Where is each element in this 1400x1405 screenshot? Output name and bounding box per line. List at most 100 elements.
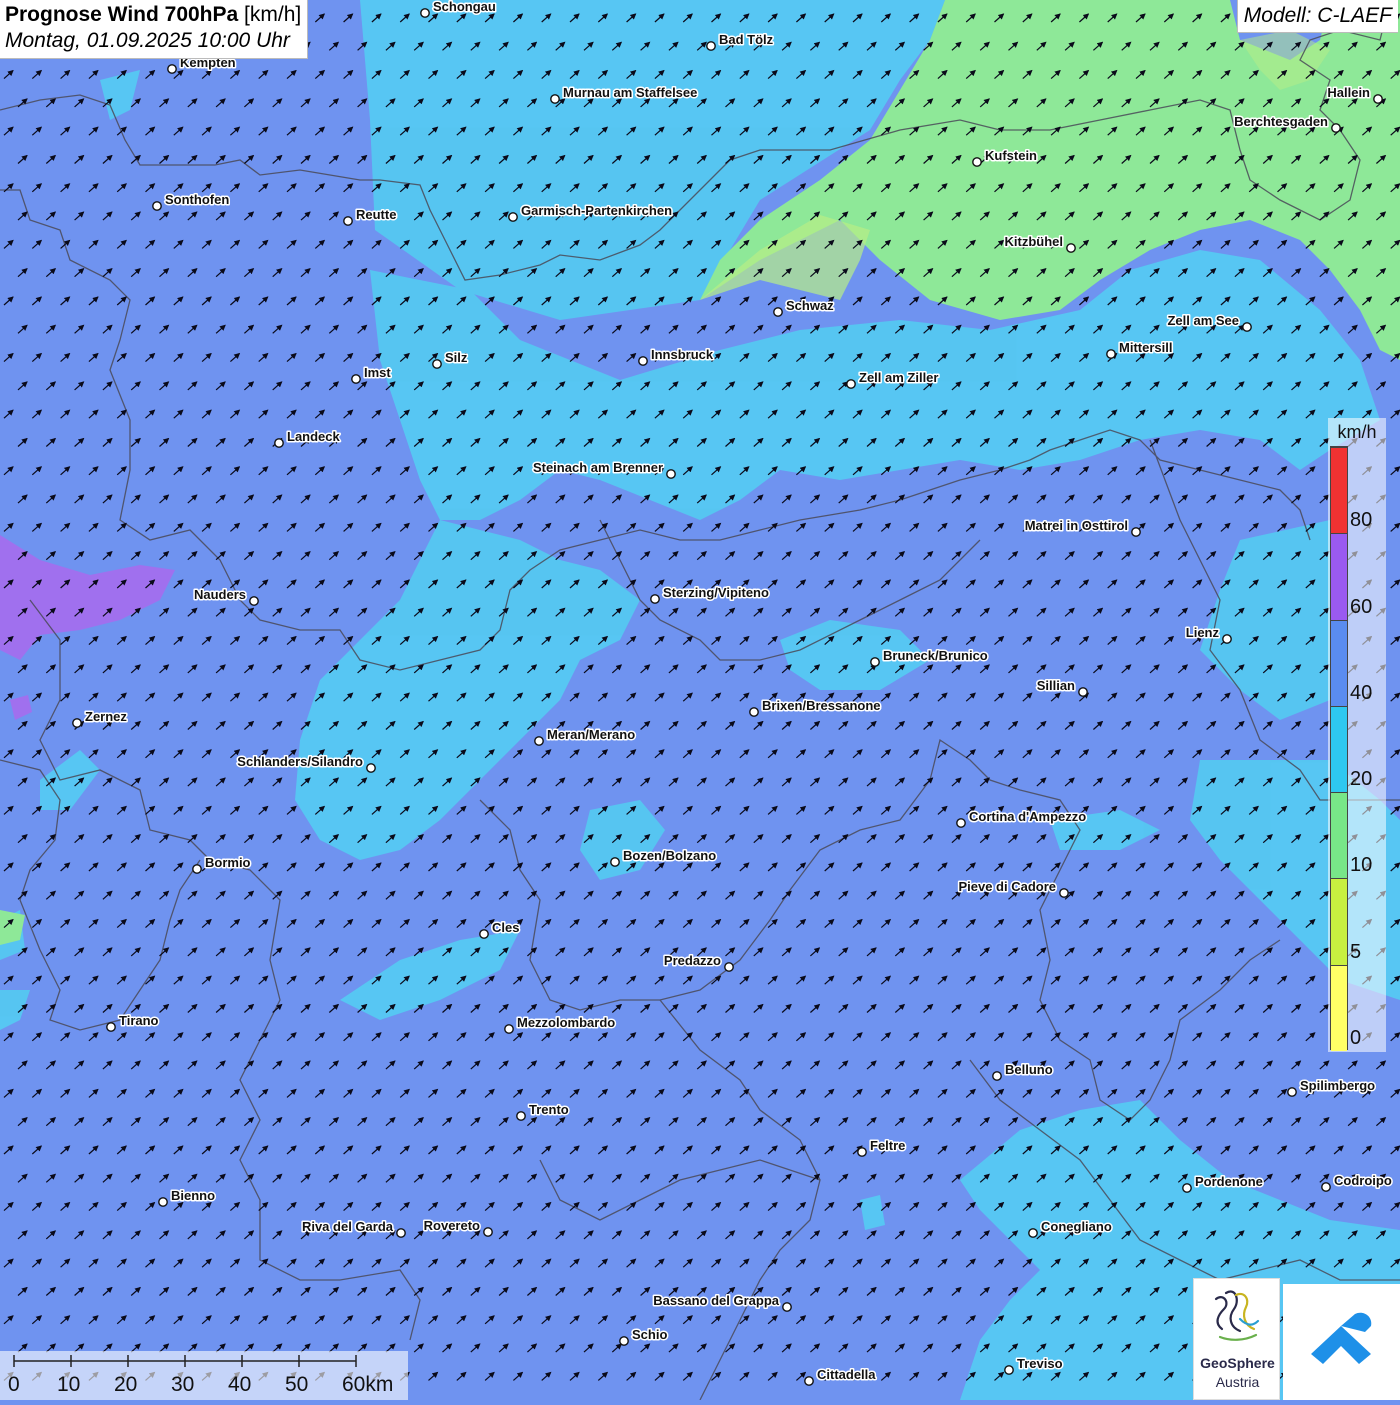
geosphere-logo-icon <box>1214 1290 1260 1341</box>
city-dot <box>1287 1087 1297 1097</box>
city-label: Innsbruck <box>651 347 714 362</box>
legend-tick-label: 5 <box>1350 940 1362 963</box>
city-label: Berchtesgaden <box>1234 114 1328 129</box>
city-label: Schio <box>632 1327 667 1342</box>
city-label: Sterzing/Vipiteno <box>663 585 769 600</box>
city-dot <box>504 1024 514 1034</box>
city-dot <box>1066 243 1076 253</box>
city-dot <box>396 1228 406 1238</box>
city-dot <box>1004 1365 1014 1375</box>
scale-label: 40 <box>228 1373 252 1396</box>
city-label: Brixen/Bressanone <box>762 698 881 713</box>
city-label: Conegliano <box>1041 1219 1112 1234</box>
city-dot <box>249 596 259 606</box>
wind-map[interactable]: SchongauBad TölzKemptenMurnau am Staffel… <box>0 0 1400 1400</box>
city-dot <box>1131 527 1141 537</box>
city-label: Mittersill <box>1119 340 1172 355</box>
legend-tick-label: 0 <box>1350 1027 1362 1049</box>
app-logo-icon <box>1311 1312 1372 1364</box>
forecast-time: Montag, 01.09.2025 10:00 Uhr <box>5 29 290 52</box>
city-label: Lienz <box>1186 625 1220 640</box>
city-label: Reutte <box>356 207 396 222</box>
city-dot <box>749 707 759 717</box>
city-label: Mezzolombardo <box>517 1015 615 1030</box>
city-label: Sonthofen <box>165 192 229 207</box>
legend-tick-label: 20 <box>1350 768 1373 791</box>
city-label: Codroipo <box>1334 1173 1392 1188</box>
legend-unit: km/h <box>1337 422 1377 442</box>
city-label: Rovereto <box>424 1218 480 1233</box>
city-dot <box>773 307 783 317</box>
city-dot <box>534 736 544 746</box>
city-dot <box>804 1376 814 1386</box>
city-dot <box>1028 1228 1038 1238</box>
geosphere-logo[interactable]: GeoSphere Austria <box>1193 1278 1280 1400</box>
title-box: Prognose Wind 700hPa [km/h] Montag, 01.0… <box>0 0 309 59</box>
legend-swatch <box>1331 447 1347 534</box>
legend-tick-label: 80 <box>1350 509 1373 532</box>
city-label: Bassano del Grappa <box>653 1293 779 1308</box>
city-label: Sillian <box>1037 678 1075 693</box>
city-label: Predazzo <box>664 953 721 968</box>
city-dot <box>483 1227 493 1237</box>
city-dot <box>158 1197 168 1207</box>
city-label: Matrei in Osttirol <box>1025 518 1128 533</box>
legend-bar <box>1330 446 1348 1051</box>
city-label: Nauders <box>194 587 246 602</box>
city-label: Landeck <box>287 429 341 444</box>
city-dot <box>846 379 856 389</box>
city-dot <box>152 201 162 211</box>
city-label: Kufstein <box>985 148 1037 163</box>
city-dot <box>274 438 284 448</box>
city-dot <box>610 857 620 867</box>
city-label: Bormio <box>205 855 251 870</box>
model-label: Modell: C-LAEF <box>1236 0 1398 33</box>
legend-tick-label: 60 <box>1350 595 1373 618</box>
scale-label: 0 <box>8 1373 20 1396</box>
city-label: Cles <box>492 920 519 935</box>
city-dot <box>1321 1182 1331 1192</box>
city-dot <box>638 356 648 366</box>
geosphere-country: Austria <box>1215 1374 1260 1390</box>
legend-swatch <box>1331 964 1347 1051</box>
city-label: Bruneck/Brunico <box>883 648 988 663</box>
city-label: Zernez <box>85 709 127 724</box>
city-dot <box>1242 322 1252 332</box>
city-dot <box>1078 687 1088 697</box>
city-label: Riva del Garda <box>302 1219 394 1234</box>
city-label: Garmisch-Partenkirchen <box>521 203 672 218</box>
city-dot <box>432 359 442 369</box>
city-dot <box>343 216 353 226</box>
scale-label: 10 <box>57 1373 81 1396</box>
city-label: Bienno <box>171 1188 215 1203</box>
city-label: Silz <box>445 350 468 365</box>
title-unit: [km/h] <box>244 3 302 26</box>
legend-swatch <box>1331 619 1347 706</box>
city-dot <box>666 469 676 479</box>
city-label: Cortina d'Ampezzo <box>969 809 1086 824</box>
city-label: Murnau am Staffelsee <box>563 85 697 100</box>
app-logo[interactable] <box>1283 1284 1400 1400</box>
city-label: Pieve di Cadore <box>958 879 1056 894</box>
city-label: Schlanders/Silandro <box>237 754 363 769</box>
city-dot <box>1182 1183 1192 1193</box>
city-dot <box>956 818 966 828</box>
city-label: Tirano <box>119 1013 159 1028</box>
city-label: Cittadella <box>817 1367 876 1382</box>
city-dot <box>72 718 82 728</box>
legend-swatch <box>1331 878 1347 965</box>
city-label: Treviso <box>1017 1356 1063 1371</box>
scale-label: 20 <box>114 1373 138 1396</box>
city-dot <box>550 94 560 104</box>
city-label: Bozen/Bolzano <box>623 848 716 863</box>
city-label: Kitzbühel <box>1005 234 1064 249</box>
city-label: Meran/Merano <box>547 727 635 742</box>
city-dot <box>857 1147 867 1157</box>
city-label: Schongau <box>433 0 496 14</box>
city-dot <box>870 657 880 667</box>
city-dot <box>508 212 518 222</box>
city-label: Spilimbergo <box>1300 1078 1375 1093</box>
city-dot <box>420 8 430 18</box>
city-label: Steinach am Brenner <box>533 460 663 475</box>
city-dot <box>106 1022 116 1032</box>
